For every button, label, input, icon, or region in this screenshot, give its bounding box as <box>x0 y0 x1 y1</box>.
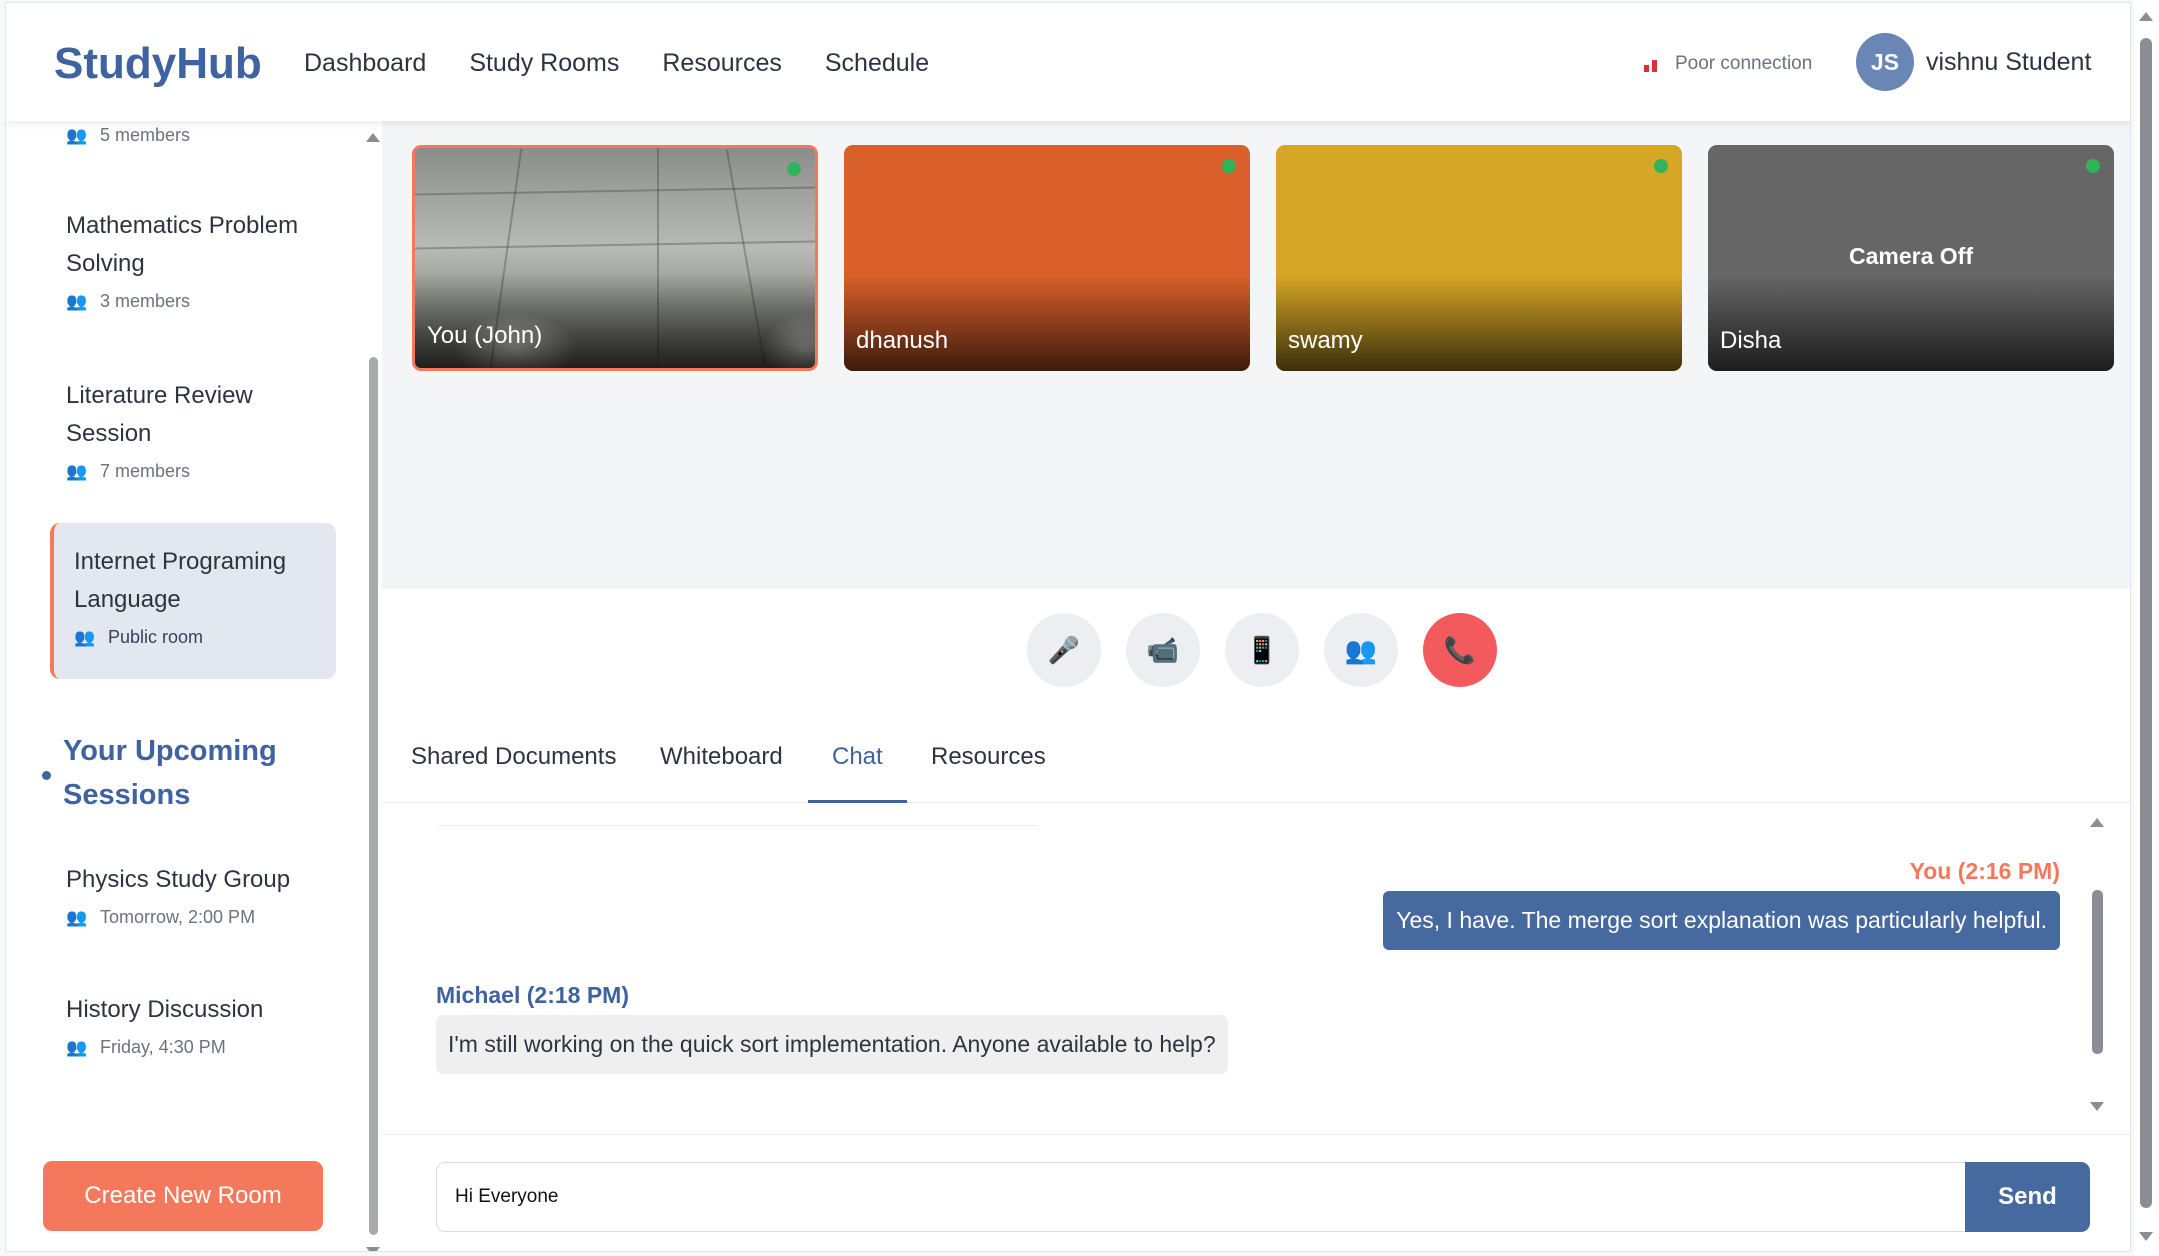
online-indicator <box>1222 159 1236 173</box>
people-icon: 👥 <box>66 461 88 481</box>
tab-bar: Shared Documents Whiteboard Chat Resourc… <box>382 721 2130 803</box>
microphone-button[interactable]: 🎤 <box>1027 613 1101 687</box>
session-title: Physics Study Group <box>66 866 291 893</box>
scroll-down-icon[interactable] <box>2090 1102 2104 1111</box>
scroll-down-icon[interactable] <box>2139 1232 2153 1241</box>
participant-name: Disha <box>1720 327 1782 354</box>
chat-panel: You (2:16 PM) Yes, I have. The merge sor… <box>382 804 2130 1134</box>
section-title: Your Upcoming Sessions <box>63 735 277 811</box>
video-grid: You (John) dhanush swamy Camera Off Dish… <box>382 121 2130 589</box>
end-call-button[interactable]: 📞 <box>1423 613 1497 687</box>
people-icon: 👥 <box>66 125 88 145</box>
room-title: Literature Review Session <box>66 382 253 447</box>
scrollbar-thumb[interactable] <box>2092 890 2103 1054</box>
session-time: Tomorrow, 2:00 PM <box>100 907 256 927</box>
scroll-down-icon[interactable] <box>366 1247 380 1251</box>
message-sender: You (2:16 PM) <box>1909 858 2060 884</box>
people-icon: 👥 <box>66 907 88 927</box>
chat-message-input[interactable] <box>436 1162 1966 1232</box>
scroll-up-icon[interactable] <box>2090 818 2104 827</box>
top-header: StudyHub Dashboard Study Rooms Resources… <box>6 3 2130 121</box>
page-scrollbar[interactable] <box>2134 0 2159 1256</box>
avatar[interactable]: JS <box>1856 33 1914 91</box>
screen-share-button[interactable]: 📱 <box>1225 613 1299 687</box>
people-icon: 👥 <box>74 627 96 647</box>
room-member-count: 5 members <box>100 125 191 145</box>
camera-button[interactable]: 📹 <box>1126 613 1200 687</box>
screen-share-icon: 📱 <box>1245 634 1279 665</box>
connection-text: Poor connection <box>1675 53 1813 74</box>
scrollbar-thumb[interactable] <box>369 357 378 1235</box>
end-call-icon: 📞 <box>1443 634 1477 665</box>
nav-study-rooms[interactable]: Study Rooms <box>469 49 619 78</box>
room-member-count: 3 members <box>100 291 191 311</box>
online-indicator <box>1654 159 1668 173</box>
microphone-icon: 🎤 <box>1047 634 1081 665</box>
nav-schedule[interactable]: Schedule <box>825 49 929 78</box>
scroll-up-icon[interactable] <box>366 133 380 142</box>
user-menu[interactable]: JS vishnu Student <box>1856 33 2091 91</box>
participants-icon: 👥 <box>1344 634 1378 665</box>
tab-chat[interactable]: Chat <box>808 743 907 803</box>
message-bubble-own: Yes, I have. The merge sort explanation … <box>1383 891 2060 950</box>
video-tile-dhanush[interactable]: dhanush <box>844 145 1250 371</box>
people-icon: 👥 <box>66 291 88 311</box>
tab-shared-documents[interactable]: Shared Documents <box>411 743 616 803</box>
sidebar: 👥 5 members Mathematics Problem Solving … <box>6 121 381 1251</box>
tab-resources[interactable]: Resources <box>931 743 1046 803</box>
sidebar-room-mathematics[interactable]: Mathematics Problem Solving 👥 3 members <box>66 207 326 312</box>
sidebar-scrollbar[interactable] <box>364 121 382 1251</box>
session-physics[interactable]: Physics Study Group 👥 Tomorrow, 2:00 PM <box>66 861 326 928</box>
app-logo[interactable]: StudyHub <box>54 39 262 89</box>
tab-whiteboard[interactable]: Whiteboard <box>660 743 783 803</box>
online-indicator <box>2086 159 2100 173</box>
camera-icon: 📹 <box>1146 634 1180 665</box>
chat-scrollbar[interactable] <box>2087 804 2107 1134</box>
chat-input-row: Send <box>382 1134 2130 1251</box>
online-indicator <box>787 162 801 176</box>
signal-bars-icon <box>1644 56 1657 72</box>
message-bubble: I'm still working on the quick sort impl… <box>436 1015 1228 1074</box>
video-tile-self[interactable]: You (John) <box>412 145 818 371</box>
bullet-icon <box>42 771 51 780</box>
scroll-up-icon[interactable] <box>2139 12 2153 21</box>
session-history[interactable]: History Discussion 👥 Friday, 4:30 PM <box>66 991 326 1058</box>
camera-off-label: Camera Off <box>1849 243 1973 269</box>
sidebar-room-partial[interactable]: 👥 5 members <box>66 125 190 146</box>
main-content: You (John) dhanush swamy Camera Off Dish… <box>382 121 2130 1251</box>
participant-name: You (John) <box>427 322 543 349</box>
nav-resources[interactable]: Resources <box>662 49 782 78</box>
sidebar-room-literature[interactable]: Literature Review Session 👥 7 members <box>66 377 326 482</box>
scrollbar-thumb[interactable] <box>2140 38 2152 1208</box>
nav-dashboard[interactable]: Dashboard <box>304 49 426 78</box>
people-icon: 👥 <box>66 1037 88 1057</box>
participants-button[interactable]: 👥 <box>1324 613 1398 687</box>
participant-name: swamy <box>1288 327 1363 354</box>
upcoming-sessions-heading: Your Upcoming Sessions <box>42 729 323 817</box>
room-member-count: 7 members <box>100 461 191 481</box>
sidebar-room-active[interactable]: Internet Programing Language 👥 Public ro… <box>50 523 336 679</box>
session-time: Friday, 4:30 PM <box>100 1037 226 1057</box>
connection-status: Poor connection <box>1644 53 1812 75</box>
create-room-button[interactable]: Create New Room <box>43 1161 323 1231</box>
room-title: Mathematics Problem Solving <box>66 212 299 277</box>
video-tile-swamy[interactable]: swamy <box>1276 145 1682 371</box>
send-button[interactable]: Send <box>1965 1162 2090 1232</box>
room-title: Internet Programing Language <box>74 548 287 613</box>
user-name: vishnu Student <box>1926 47 2092 76</box>
main-nav: Dashboard Study Rooms Resources Schedule <box>304 49 929 78</box>
session-title: History Discussion <box>66 996 264 1023</box>
message-sender: Michael (2:18 PM) <box>436 982 629 1008</box>
room-visibility: Public room <box>108 627 204 647</box>
video-tile-disha[interactable]: Camera Off Disha <box>1708 145 2114 371</box>
participant-name: dhanush <box>856 327 949 354</box>
app-window: StudyHub Dashboard Study Rooms Resources… <box>5 2 2131 1252</box>
